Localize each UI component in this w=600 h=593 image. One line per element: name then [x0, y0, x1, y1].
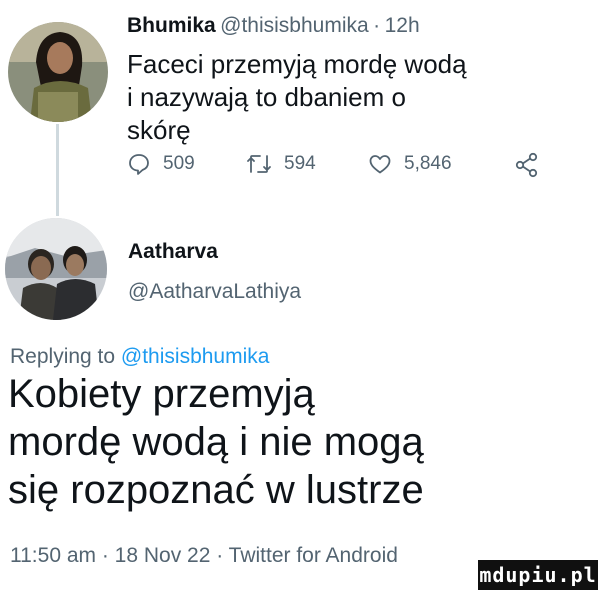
speech-bubble-icon — [129, 154, 149, 175]
reply-author-name[interactable]: Aatharva — [128, 240, 218, 264]
retweet-button[interactable]: 594 — [246, 152, 316, 176]
reply-timestamp[interactable]: 11:50 am · 18 Nov 22 · Twitter for Andro… — [10, 544, 398, 568]
avatar-bhumika[interactable] — [8, 22, 108, 122]
replying-to: Replying to @thisisbhumika — [10, 345, 269, 369]
share-icon — [515, 152, 538, 178]
author-handle[interactable]: @thisisbhumika — [220, 14, 369, 37]
separator: · — [373, 14, 381, 37]
watermark-logo: mdupiu.pl — [478, 560, 598, 590]
like-button[interactable]: 5,846 — [368, 152, 452, 176]
thread-connector-line — [56, 124, 59, 216]
retweet-count: 594 — [284, 153, 316, 174]
reply-button[interactable]: 509 — [127, 152, 195, 176]
author-name[interactable]: Bhumika — [127, 14, 216, 37]
reply-author-handle[interactable]: @AatharvaLathiya — [128, 280, 301, 304]
replying-to-handle[interactable]: @thisisbhumika — [121, 345, 270, 368]
replying-to-label: Replying to — [10, 345, 116, 368]
share-button[interactable] — [514, 152, 552, 178]
heart-icon — [369, 155, 391, 174]
avatar-aatharva[interactable] — [5, 218, 107, 320]
reply-text: Kobiety przemyją mordę wodą i nie mogą s… — [8, 372, 424, 512]
retweet-icon — [247, 155, 271, 173]
tweet-text: Faceci przemyją mordę wodą i nazywają to… — [127, 49, 467, 145]
tweet-time[interactable]: 12h — [385, 14, 420, 37]
reply-count: 509 — [163, 153, 195, 174]
footer-fade — [440, 540, 600, 562]
tweet-header: Bhumika @thisisbhumika · 12h — [127, 14, 420, 38]
like-count: 5,846 — [404, 153, 452, 174]
